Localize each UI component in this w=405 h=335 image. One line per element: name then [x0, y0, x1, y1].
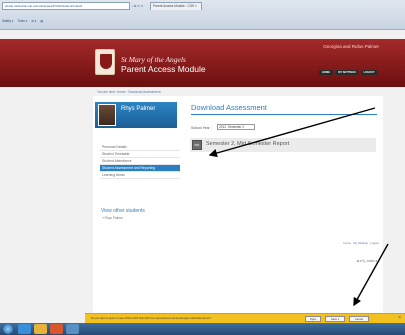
zoom-control[interactable]: ⊕ ▾ 🔍 100% ▾: [357, 259, 377, 263]
my-settings-button[interactable]: MY SETTINGS: [336, 70, 358, 75]
school-year-select[interactable]: 2012, Semester 2: [217, 124, 255, 130]
logout-button[interactable]: LOGOUT: [361, 70, 377, 75]
header-inner: St Mary of the Angels Parent Access Modu…: [93, 39, 383, 87]
taskbar: [0, 323, 405, 335]
media-player-icon[interactable]: [50, 324, 63, 334]
tools-menu[interactable]: Tools ▾: [17, 19, 27, 23]
menu-item-personal-details[interactable]: Personal Details: [100, 144, 180, 151]
folder-icon[interactable]: [34, 324, 47, 334]
side-menu: Personal Details Student Timetable Stude…: [100, 144, 180, 179]
student-name: Rhys Palmer: [121, 106, 156, 112]
download-prompt: Do you want to open or save 2012-2-MIT-4…: [91, 317, 211, 320]
command-bar: Safety ▾ Tools ▾ ⚙ ▾ ▤: [2, 17, 46, 25]
breadcrumb[interactable]: You are here: Home › Download Assessment: [97, 90, 161, 94]
school-crest-icon: [95, 49, 115, 75]
panel-title: Download Assessment: [191, 103, 267, 112]
parent-name: Georgina and Rufus Palmer: [323, 44, 379, 49]
view-other-students-heading: View other students: [101, 208, 145, 214]
browser-chrome: ahsdu.cathedral.edu.au/mobile/paa/Profil…: [0, 0, 405, 30]
taskbar-app-icon[interactable]: [66, 324, 79, 334]
address-controls[interactable]: • ⊠ ↺ ✕: [132, 2, 143, 10]
avatar: [98, 104, 116, 126]
site-header: St Mary of the Angels Parent Access Modu…: [0, 39, 405, 87]
close-icon[interactable]: ×: [398, 315, 401, 321]
school-name: St Mary of the Angels: [121, 55, 186, 64]
school-year-label: School Year :: [191, 126, 212, 130]
home-button[interactable]: HOME: [319, 70, 333, 75]
portal-name: Parent Access Module: [121, 64, 206, 74]
save-button[interactable]: Save ▾: [325, 316, 345, 322]
browser-tab[interactable]: Parent Access Module - CSS ×: [150, 2, 202, 10]
address-bar[interactable]: ahsdu.cathedral.edu.au/mobile/paa/Profil…: [2, 2, 130, 10]
start-button-icon[interactable]: [3, 324, 13, 334]
other-student-link[interactable]: » Rhys Palmer: [102, 216, 123, 220]
safety-menu[interactable]: Safety ▾: [2, 19, 14, 23]
footer-links[interactable]: Home · My Settings · Logout: [343, 241, 379, 245]
pdf-icon[interactable]: PDF: [192, 140, 202, 150]
open-button[interactable]: Open: [305, 316, 321, 322]
menu-item-student-attendance[interactable]: Student Attendance: [100, 158, 180, 165]
crest-shield: [100, 54, 112, 69]
title-divider: [191, 114, 377, 115]
page-icon[interactable]: ▤: [40, 19, 43, 23]
report-link[interactable]: Semester 2, Mid Semester Report: [206, 141, 289, 147]
report-row[interactable]: PDF Semester 2, Mid Semester Report: [190, 138, 376, 152]
download-bar: Do you want to open or save 2012-2-MIT-4…: [85, 313, 405, 323]
ie-icon[interactable]: [18, 324, 31, 334]
student-profile: Rhys Palmer: [95, 102, 177, 128]
cancel-button[interactable]: Cancel: [349, 316, 369, 322]
menu-item-learning-areas[interactable]: Learning Areas: [100, 172, 180, 179]
menu-item-assessment-reporting[interactable]: Student Assessment and Reporting: [100, 165, 180, 172]
gear-icon[interactable]: ⚙ ▾: [31, 19, 36, 23]
content-card: Rhys Palmer Personal Details Student Tim…: [93, 96, 383, 316]
menu-item-student-timetable[interactable]: Student Timetable: [100, 151, 180, 158]
